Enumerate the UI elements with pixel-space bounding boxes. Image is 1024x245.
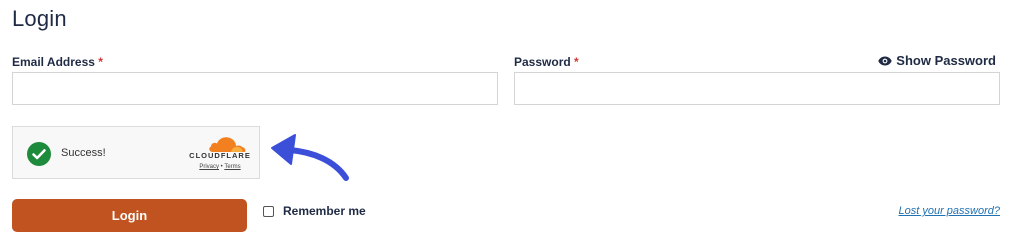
privacy-link[interactable]: Privacy — [199, 164, 219, 170]
remember-me[interactable]: Remember me — [263, 204, 366, 218]
eye-icon — [878, 56, 892, 65]
email-field[interactable] — [12, 72, 498, 105]
remember-me-checkbox[interactable] — [263, 205, 274, 217]
cloudflare-logo: CLOUDFLARE Privacy • Terms — [187, 135, 253, 175]
password-label-text: Password — [514, 55, 571, 69]
captcha-status: Success! — [61, 147, 106, 159]
email-label-text: Email Address — [12, 55, 95, 69]
link-separator: • — [220, 164, 223, 170]
password-label: Password * — [514, 55, 579, 69]
cloudflare-wordmark: CLOUDFLARE — [189, 151, 251, 160]
captcha-links: Privacy • Terms — [187, 164, 253, 170]
check-circle-icon — [27, 142, 51, 166]
required-mark: * — [98, 55, 103, 69]
terms-link[interactable]: Terms — [224, 164, 240, 170]
show-password-label: Show Password — [896, 53, 996, 68]
cloudflare-turnstile-widget[interactable]: Success! CLOUDFLARE Privacy • Terms — [12, 126, 260, 179]
annotation-arrow-icon — [271, 134, 349, 181]
login-button[interactable]: Login — [12, 199, 247, 232]
remember-me-label: Remember me — [283, 204, 366, 218]
required-mark: * — [574, 55, 579, 69]
email-label: Email Address * — [12, 55, 103, 69]
page-title: Login — [12, 6, 67, 31]
password-field[interactable] — [514, 72, 1000, 105]
show-password-toggle[interactable]: Show Password — [878, 53, 996, 68]
lost-password-link[interactable]: Lost your password? — [899, 205, 1001, 217]
